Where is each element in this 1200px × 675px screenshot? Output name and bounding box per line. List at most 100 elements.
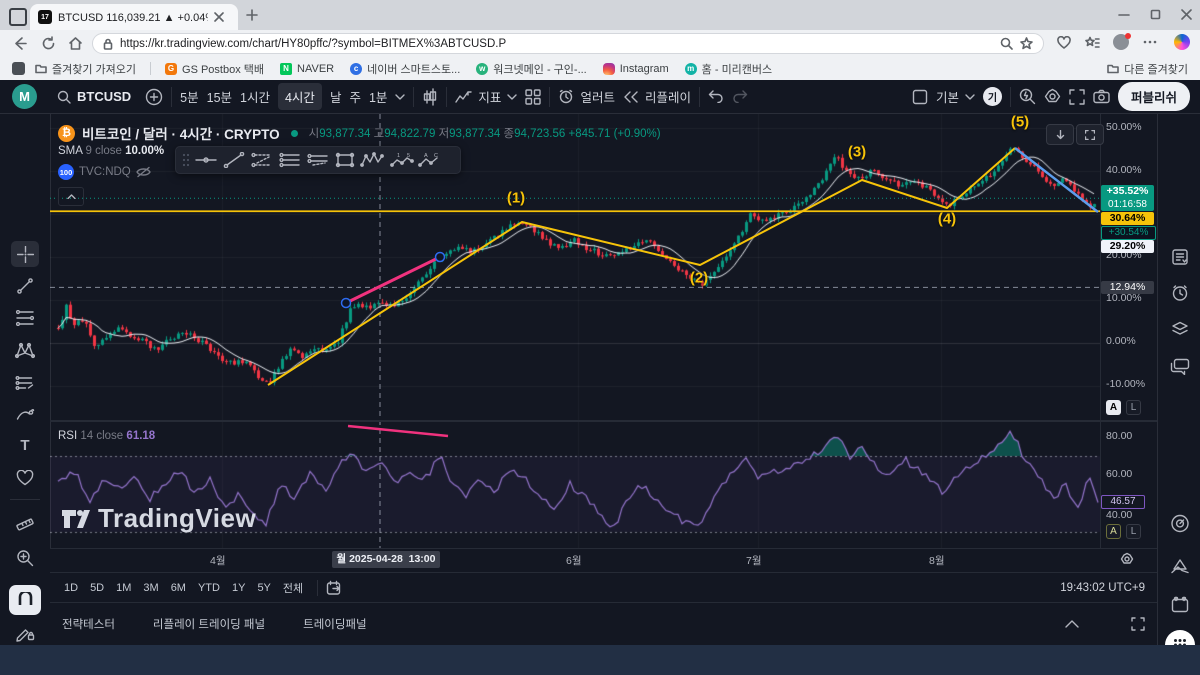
rsi-legend[interactable]: RSI 14 close 61.18	[58, 430, 155, 442]
favorites-bar-icon[interactable]	[1085, 36, 1100, 50]
wave-15-pattern-icon[interactable]: 15	[390, 152, 414, 168]
rsi-scale-log-button[interactable]: L	[1126, 524, 1141, 539]
range-1m[interactable]: 1M	[110, 579, 137, 597]
refresh-icon[interactable]	[41, 36, 56, 51]
market-status-dot[interactable]	[290, 129, 298, 137]
server-clock[interactable]: 19:43:02 UTC+9	[1060, 582, 1145, 594]
bookmark-smartstore[interactable]: c 네이버 스마트스토...	[350, 61, 460, 77]
layout-select-icon[interactable]	[912, 89, 928, 105]
window-minimize-icon[interactable]	[1118, 13, 1130, 17]
crosshair-tool[interactable]	[11, 241, 39, 267]
range-all[interactable]: 전체	[277, 577, 309, 599]
prediction-tool[interactable]	[15, 375, 35, 391]
trendline-tool-icon[interactable]	[222, 152, 246, 168]
magnet-tool-active[interactable]	[9, 585, 41, 615]
redo-icon[interactable]	[732, 90, 748, 103]
quick-search-icon[interactable]	[1019, 88, 1036, 105]
tab-close-icon[interactable]	[214, 12, 224, 22]
interval-1d[interactable]: 날	[330, 87, 342, 106]
toolbar-drag-handle[interactable]	[182, 153, 190, 167]
measure-ruler-tool[interactable]	[15, 515, 35, 533]
range-1y[interactable]: 1Y	[226, 579, 251, 597]
publish-button[interactable]: 퍼블리쉬	[1117, 82, 1190, 111]
bookmark-worknet[interactable]: w 워크넷메인 - 구인-...	[476, 61, 587, 77]
time-axis-settings-icon[interactable]	[1120, 552, 1134, 566]
zoom-page-icon[interactable]	[1000, 37, 1013, 50]
user-avatar[interactable]: M	[12, 84, 37, 109]
back-icon[interactable]	[12, 36, 27, 51]
pane-divider[interactable]	[50, 420, 1157, 422]
eye-off-icon[interactable]	[136, 166, 151, 178]
fib-retracement-icon[interactable]	[250, 152, 274, 168]
url-field[interactable]: https://kr.tradingview.com/chart/HY80pff…	[92, 33, 1044, 54]
range-ytd[interactable]: YTD	[192, 579, 226, 597]
panel-collapse-icon[interactable]	[1065, 620, 1079, 628]
panel-maximize-icon[interactable]	[1131, 617, 1145, 631]
range-6m[interactable]: 6M	[165, 579, 192, 597]
watchlist-icon[interactable]	[1171, 248, 1189, 266]
chart-canvas[interactable]	[50, 114, 1100, 548]
indicators-button[interactable]: 지표	[455, 87, 518, 106]
scanner-icon[interactable]	[1170, 514, 1189, 533]
home-icon[interactable]	[68, 36, 83, 51]
pane-maximize-button[interactable]	[1076, 124, 1104, 145]
wave-abc-pattern-icon[interactable]: AC	[418, 152, 442, 168]
range-1d[interactable]: 1D	[58, 579, 84, 597]
browser-menu-icon[interactable]	[1143, 40, 1157, 44]
window-close-icon[interactable]	[1181, 9, 1192, 20]
chat-icon[interactable]	[1170, 358, 1190, 375]
window-menu-icon[interactable]	[9, 8, 27, 26]
bookmark-instagram[interactable]: Instagram	[602, 62, 669, 75]
interval-1m[interactable]: 1분	[369, 87, 387, 106]
chart-style-icon[interactable]	[422, 87, 438, 106]
alerts-panel-icon[interactable]	[1171, 284, 1189, 302]
interval-dropdown-icon[interactable]	[395, 93, 406, 100]
replay-button[interactable]: 리플레이	[623, 87, 691, 106]
pattern-xabcd-tool[interactable]	[15, 342, 35, 359]
scroll-to-recent-button[interactable]	[1046, 124, 1074, 145]
tab-replay-trading-panel[interactable]: 리플레이 트레이딩 패널	[153, 616, 265, 632]
floating-drawing-toolbar[interactable]: 15 AC	[175, 146, 461, 174]
zoom-in-tool[interactable]	[16, 549, 34, 567]
layout-name-button[interactable]: 기본	[936, 87, 975, 106]
emoji-tool[interactable]	[16, 470, 34, 486]
interval-1w[interactable]: 주	[349, 87, 361, 106]
calendar-icon[interactable]	[1171, 596, 1189, 613]
screener-icon[interactable]	[1170, 558, 1190, 575]
rsi-scale-auto-button[interactable]: A	[1106, 524, 1121, 539]
interval-15m[interactable]: 15분	[207, 87, 232, 106]
object-tree-icon[interactable]	[1170, 321, 1190, 337]
range-5y[interactable]: 5Y	[251, 579, 276, 597]
tab-trading-panel[interactable]: 트레이딩패널	[303, 616, 366, 632]
trendline-tool[interactable]	[16, 277, 34, 295]
alert-button[interactable]: 얼러트	[558, 87, 615, 106]
rectangle-tool-icon[interactable]	[334, 152, 356, 168]
fib-tool[interactable]	[16, 310, 34, 326]
browser-active-tab[interactable]: 17 BTCUSD 116,039.21 ▲ +0.04% 기	[30, 4, 238, 30]
interval-4h-active[interactable]: 4시간	[277, 83, 322, 110]
fib-channel-icon[interactable]	[306, 152, 330, 168]
hline-tool-icon[interactable]	[194, 152, 218, 168]
sidebar-toggle-icon[interactable]	[12, 62, 25, 75]
favorite-star-icon[interactable]	[1020, 37, 1033, 50]
elliott-wave-icon[interactable]	[360, 152, 386, 168]
ki-badge[interactable]: 기	[982, 87, 1002, 106]
symbol-search[interactable]: BTCUSD	[57, 89, 131, 104]
other-bookmarks[interactable]: 다른 즐겨찾기	[1107, 61, 1188, 77]
fullscreen-icon[interactable]	[1069, 88, 1085, 105]
brush-tool[interactable]	[16, 407, 35, 422]
undo-icon[interactable]	[708, 90, 724, 103]
range-5d[interactable]: 5D	[84, 579, 110, 597]
goto-date-icon[interactable]	[326, 580, 343, 596]
range-3m[interactable]: 3M	[137, 579, 164, 597]
tab-strategy-tester[interactable]: 전략테스터	[62, 616, 115, 632]
bookmark-gs[interactable]: G GS Postbox 택배	[165, 61, 264, 77]
interval-5m[interactable]: 5분	[180, 87, 198, 106]
settings-gear-icon[interactable]	[1044, 88, 1061, 105]
add-symbol-icon[interactable]	[145, 88, 163, 106]
bookmark-naver[interactable]: N NAVER	[280, 62, 334, 75]
window-maximize-icon[interactable]	[1150, 9, 1161, 20]
browser-essentials-icon[interactable]	[1057, 36, 1071, 50]
legend-collapse-button[interactable]	[58, 187, 84, 206]
copilot-icon[interactable]	[1174, 34, 1190, 50]
